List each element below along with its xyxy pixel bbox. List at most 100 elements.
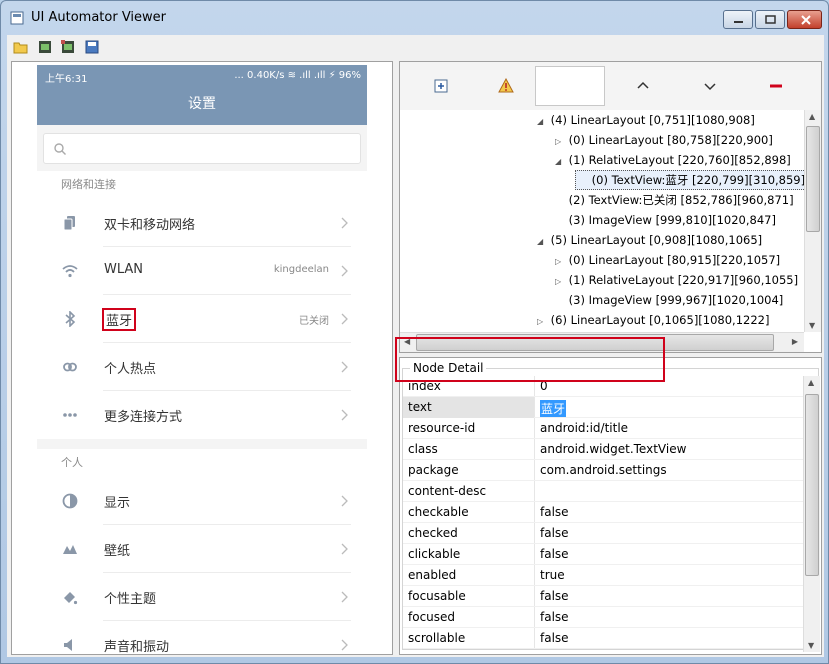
toggle-naf-warning-icon[interactable] xyxy=(498,78,514,94)
device-screenshot-panel[interactable]: 上午6:31 ... 0.40K/s ≋ .ıll .ıll ⚡ 96% 设置 … xyxy=(11,61,393,655)
tree-horizontal-thumb[interactable] xyxy=(416,334,774,351)
tree-node[interactable]: ◢ (1) RelativeLayout [220,760][852,898] xyxy=(555,150,791,170)
device-screenshot-compressed-icon[interactable] xyxy=(60,39,76,55)
settings-item-wallpaper[interactable]: 壁纸 xyxy=(37,525,367,573)
status-time: 上午6:31 xyxy=(45,74,88,85)
minimize-button[interactable] xyxy=(723,10,753,29)
settings-list: 网络和连接 双卡和移动网络 WLAN kingdeelan 蓝牙 已关闭 个人热… xyxy=(37,171,367,654)
tree-node-label: (1) RelativeLayout [220,760][852,898] xyxy=(565,153,791,167)
detail-value[interactable]: false xyxy=(540,505,569,519)
title-bar[interactable]: UI Automator Viewer xyxy=(1,1,828,34)
wifi-icon xyxy=(62,265,78,278)
tree-vertical-scrollbar[interactable]: ▲ ▼ xyxy=(804,110,821,332)
tree-node[interactable]: ▷ (1) RelativeLayout [220,917][960,1055] xyxy=(555,270,798,290)
clear-search-icon[interactable] xyxy=(768,78,784,94)
chevron-right-icon xyxy=(341,217,348,229)
detail-row-index[interactable]: index 0 xyxy=(403,376,803,397)
settings-item-sim[interactable]: 双卡和移动网络 xyxy=(37,199,367,247)
device-screenshot-icon[interactable] xyxy=(37,39,53,55)
maximize-button[interactable] xyxy=(755,10,785,29)
tree-node[interactable]: ▷ (0) LinearLayout [80,758][220,900] xyxy=(555,130,773,150)
settings-item-hotspot[interactable]: 个人热点 xyxy=(37,343,367,391)
hierarchy-tree[interactable]: ◢ (4) LinearLayout [0,751][1080,908] ▷ (0… xyxy=(400,110,804,332)
chevron-up-icon[interactable] xyxy=(635,78,651,94)
detail-value[interactable]: false xyxy=(540,526,569,540)
close-button[interactable] xyxy=(787,10,822,29)
save-icon[interactable] xyxy=(84,39,100,55)
expand-all-icon[interactable] xyxy=(433,78,449,94)
detail-row-text[interactable]: text 蓝牙 xyxy=(403,397,803,418)
tree-node-label: (5) LinearLayout [0,908][1080,1065] xyxy=(547,233,763,247)
detail-row-class[interactable]: class android.widget.TextView xyxy=(403,439,803,460)
tree-node-label: (0) LinearLayout [80,915][220,1057] xyxy=(565,253,781,267)
wallpaper-icon xyxy=(63,545,77,554)
tree-expanded-icon[interactable]: ◢ xyxy=(555,152,565,172)
tree-horizontal-scrollbar[interactable]: ◀ ▶ xyxy=(400,332,804,352)
tree-collapsed-icon[interactable]: ▷ xyxy=(555,252,565,272)
scroll-down-icon[interactable]: ▼ xyxy=(808,641,814,650)
detail-row-checked[interactable]: checked false xyxy=(403,523,803,544)
chevron-right-icon xyxy=(341,361,348,373)
tree-node[interactable]: (3) ImageView [999,967][1020,1004] xyxy=(555,290,784,310)
detail-key: clickable xyxy=(408,547,461,561)
detail-value[interactable]: false xyxy=(540,610,569,624)
tree-node[interactable]: (2) TextView:已关闭 [852,786][960,871] xyxy=(555,190,794,210)
detail-value[interactable]: 0 xyxy=(540,379,548,393)
detail-value[interactable]: 蓝牙 xyxy=(540,400,567,417)
scroll-up-icon[interactable]: ▲ xyxy=(809,112,815,121)
detail-value[interactable]: com.android.settings xyxy=(540,463,667,477)
detail-vertical-thumb[interactable] xyxy=(805,394,819,576)
tree-vertical-thumb[interactable] xyxy=(806,126,820,232)
detail-value[interactable]: false xyxy=(540,631,569,645)
detail-row-resource-id[interactable]: resource-id android:id/title xyxy=(403,418,803,439)
detail-value[interactable]: true xyxy=(540,568,565,582)
detail-value[interactable]: false xyxy=(540,589,569,603)
settings-item-display[interactable]: 显示 xyxy=(37,477,367,525)
tree-node[interactable]: ▷ (6) LinearLayout [0,1065][1080,1222] xyxy=(537,310,769,330)
detail-value[interactable]: false xyxy=(540,547,569,561)
node-detail-table[interactable]: index 0 text 蓝牙 resource-id android:id/title c… xyxy=(403,376,803,652)
detail-value[interactable]: android.widget.TextView xyxy=(540,442,686,456)
tree-node[interactable]: ◢ (4) LinearLayout [0,751][1080,908] xyxy=(537,110,755,130)
tree-collapsed-icon[interactable]: ▷ xyxy=(537,312,547,332)
scroll-down-icon[interactable]: ▼ xyxy=(809,321,815,330)
tree-collapsed-icon[interactable]: ▷ xyxy=(555,272,565,292)
settings-item-sound[interactable]: 声音和振动 xyxy=(37,621,367,654)
tree-search-input[interactable] xyxy=(535,66,605,106)
detail-row-enabled[interactable]: enabled true xyxy=(403,565,803,586)
detail-row-checkable[interactable]: checkable false xyxy=(403,502,803,523)
tree-node[interactable]: ▷ (0) LinearLayout [80,915][220,1057] xyxy=(555,250,780,270)
detail-row-package[interactable]: package com.android.settings xyxy=(403,460,803,481)
chevron-right-icon xyxy=(341,313,348,325)
tree-expanded-icon[interactable]: ◢ xyxy=(537,112,547,132)
settings-item-label: WLAN xyxy=(104,262,144,277)
settings-item-bluetooth[interactable]: 蓝牙 已关闭 xyxy=(37,295,367,343)
open-folder-icon[interactable] xyxy=(13,39,29,55)
scroll-right-icon[interactable]: ▶ xyxy=(792,337,798,346)
detail-row-scrollable[interactable]: scrollable false xyxy=(403,628,803,649)
detail-row-clickable[interactable]: clickable false xyxy=(403,544,803,565)
detail-row-focused[interactable]: focused false xyxy=(403,607,803,628)
scroll-up-icon[interactable]: ▲ xyxy=(808,378,814,387)
detail-row-content-desc[interactable]: content-desc xyxy=(403,481,803,502)
settings-item-label: 显示 xyxy=(104,496,131,511)
detail-key: text xyxy=(408,400,432,414)
tree-node-selected[interactable]: (0) TextView:蓝牙 [220,799][310,859] xyxy=(575,170,804,190)
settings-item-more-connections[interactable]: 更多连接方式 xyxy=(37,391,367,439)
search-input[interactable] xyxy=(43,133,361,164)
detail-vertical-scrollbar[interactable]: ▲ ▼ xyxy=(803,376,820,652)
search-area xyxy=(37,125,367,171)
settings-item-wlan[interactable]: WLAN kingdeelan xyxy=(37,247,367,295)
phone-screen[interactable]: 上午6:31 ... 0.40K/s ≋ .ıll .ıll ⚡ 96% 设置 … xyxy=(37,65,367,654)
detail-value[interactable]: android:id/title xyxy=(540,421,628,435)
settings-item-theme[interactable]: 个性主题 xyxy=(37,573,367,621)
tree-expanded-icon[interactable]: ◢ xyxy=(537,232,547,252)
detail-key: content-desc xyxy=(408,484,487,498)
chevron-down-icon[interactable] xyxy=(702,78,718,94)
scroll-left-icon[interactable]: ◀ xyxy=(404,337,410,346)
tree-node[interactable]: (3) ImageView [999,810][1020,847] xyxy=(555,210,776,230)
detail-row-focusable[interactable]: focusable false xyxy=(403,586,803,607)
tree-node[interactable]: ◢ (5) LinearLayout [0,908][1080,1065] xyxy=(537,230,762,250)
tree-collapsed-icon[interactable]: ▷ xyxy=(555,132,565,152)
theme-brush-icon xyxy=(64,592,78,605)
